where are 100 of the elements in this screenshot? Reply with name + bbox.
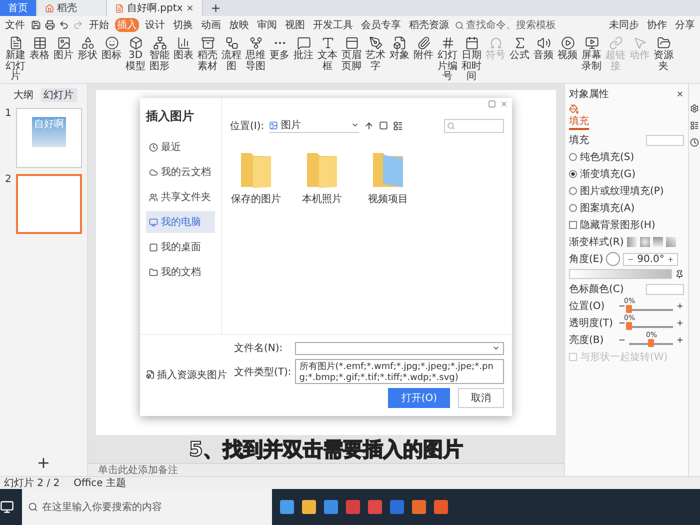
start-icon[interactable] (0, 500, 14, 514)
menu-tab[interactable]: 开发工具 (311, 18, 355, 32)
nav-item[interactable]: 共享文件夹 (146, 186, 215, 208)
slider-thumb[interactable] (626, 305, 632, 313)
gradient-swatch[interactable] (652, 237, 663, 247)
radio-button[interactable] (569, 170, 577, 178)
close-icon[interactable] (186, 4, 194, 12)
add-slide-button[interactable]: + (36, 453, 50, 472)
radio-button[interactable] (569, 204, 577, 212)
insert-from-folder-link[interactable]: 插入资源夹图片 (146, 368, 228, 382)
location-dropdown[interactable]: 图片 (269, 118, 360, 133)
toolbar-link[interactable]: 未同步 (607, 18, 641, 32)
slider-thumb[interactable] (648, 339, 654, 347)
nav-item[interactable]: 我的电脑 (146, 211, 215, 233)
color-dropdown[interactable] (646, 284, 684, 294)
slide-thumbnail[interactable] (16, 174, 82, 234)
list-icon[interactable] (690, 121, 699, 130)
ribbon-button[interactable]: 文本框 (316, 36, 339, 72)
toolbar-link[interactable]: 分享 (673, 18, 697, 32)
ribbon-button[interactable]: 图表 (172, 36, 195, 62)
menu-tab[interactable]: 稻壳资源 (407, 18, 451, 32)
ribbon-button[interactable]: 音频 (532, 36, 555, 62)
close-icon[interactable] (676, 90, 684, 98)
ribbon-button[interactable]: 形状 (76, 36, 99, 62)
ribbon-button[interactable]: 流程图 (220, 36, 243, 72)
taskbar-app-icon[interactable] (412, 500, 426, 514)
ribbon-button[interactable]: 艺术字 (364, 36, 387, 72)
maximize-icon[interactable] (488, 100, 496, 108)
save-icon[interactable] (31, 20, 41, 30)
ribbon-button[interactable]: 新建幻灯片 (4, 36, 27, 82)
plus-icon[interactable] (667, 256, 674, 262)
ribbon-button[interactable]: 幻灯片编号 (436, 36, 459, 82)
ribbon-button[interactable]: 对象 (388, 36, 411, 62)
filename-field[interactable] (295, 342, 504, 354)
ribbon-button[interactable]: 资源夹 (652, 36, 675, 72)
slider-thumb[interactable] (626, 322, 632, 330)
ribbon-button[interactable]: 图标 (100, 36, 123, 62)
ribbon-button[interactable]: 智能图形 (148, 36, 171, 72)
fill-tab[interactable]: 填充 (569, 104, 589, 130)
document-tab[interactable]: 首页 (0, 0, 37, 16)
redo-icon[interactable] (73, 20, 83, 30)
taskbar-search[interactable]: 在这里输入你要搜索的内容 (22, 489, 272, 525)
panel-tab[interactable]: 幻灯片 (40, 88, 76, 102)
ribbon-button[interactable]: 公式 (508, 36, 531, 62)
ribbon-button[interactable]: 图片 (52, 36, 75, 62)
ribbon-button[interactable]: 屏幕录制 (580, 36, 603, 72)
document-tab[interactable]: 稻壳 (37, 0, 107, 16)
file-menu[interactable]: 文件 (3, 18, 27, 32)
plus-icon[interactable] (676, 336, 684, 344)
radio-button[interactable] (569, 153, 577, 161)
gradient-swatch[interactable] (666, 237, 676, 247)
ribbon-button[interactable]: 3D模型 (124, 36, 147, 72)
angle-spinner[interactable]: 90.0° (623, 252, 678, 266)
ribbon-button[interactable]: 思维导图 (244, 36, 267, 72)
open-button[interactable]: 打开(O) (388, 388, 450, 408)
search-field[interactable] (444, 118, 504, 132)
radio-button[interactable] (569, 187, 577, 195)
settings-icon[interactable] (690, 104, 699, 113)
menu-tab[interactable]: 视图 (283, 18, 307, 32)
notes-bar[interactable]: 单击此处添加备注 (88, 463, 564, 476)
plus-icon[interactable] (676, 319, 684, 327)
up-icon[interactable] (364, 120, 374, 130)
taskbar-app-icon[interactable] (302, 500, 316, 514)
menu-tab[interactable]: 设计 (143, 18, 167, 32)
command-search[interactable]: 查找命令、搜索模板 (455, 18, 556, 32)
menu-tab[interactable]: 放映 (227, 18, 251, 32)
menu-tab[interactable]: 开始 (87, 18, 111, 32)
print-icon[interactable] (45, 20, 55, 30)
ribbon-button[interactable]: 附件 (412, 36, 435, 62)
fill-dropdown[interactable] (646, 134, 684, 146)
ribbon-button[interactable]: 稻壳素材 (196, 36, 219, 72)
gradient-swatch[interactable] (640, 237, 650, 247)
nav-item[interactable]: 最近 (146, 136, 215, 158)
document-tab[interactable]: 自好啊.pptx (107, 0, 203, 16)
toolbar-link[interactable]: 协作 (645, 18, 669, 32)
panel-tab[interactable]: 大纲 (10, 88, 36, 102)
cancel-button[interactable]: 取消 (458, 388, 504, 408)
taskbar-app-icon[interactable] (434, 500, 448, 514)
undo-icon[interactable] (59, 20, 69, 30)
nav-item[interactable]: 我的云文档 (146, 161, 215, 183)
menu-tab[interactable]: 切换 (171, 18, 195, 32)
checkbox[interactable] (569, 221, 577, 229)
ribbon-button[interactable]: 批注 (292, 36, 315, 62)
menu-tab[interactable]: 审阅 (255, 18, 279, 32)
ribbon-button[interactable]: 日期和时间 (460, 36, 483, 82)
menu-tab[interactable]: 动画 (199, 18, 223, 32)
filetype-dropdown[interactable]: 所有图片(*.emf;*.wmf;*.jpg;*.jpeg;*.jpe;*.png;*.bmp;*.gif;*.tif;*.tiff;*.wdp;*.svg) (295, 359, 504, 384)
view-icon[interactable] (393, 120, 404, 130)
clock-icon[interactable] (690, 138, 699, 147)
ribbon-button[interactable]: 更多 (268, 36, 291, 62)
nav-item[interactable]: 我的文档 (146, 261, 215, 283)
ribbon-button[interactable]: 表格 (28, 36, 51, 62)
menu-tab[interactable]: 会员专享 (359, 18, 403, 32)
gradient-swatch[interactable] (626, 237, 637, 247)
nav-item[interactable]: 我的桌面 (146, 236, 215, 258)
angle-dial[interactable] (606, 252, 620, 266)
ribbon-button[interactable]: 页眉页脚 (340, 36, 363, 72)
plus-icon[interactable] (676, 302, 684, 310)
ribbon-button[interactable]: 视频 (556, 36, 579, 62)
new-tab-button[interactable]: + (202, 0, 229, 16)
